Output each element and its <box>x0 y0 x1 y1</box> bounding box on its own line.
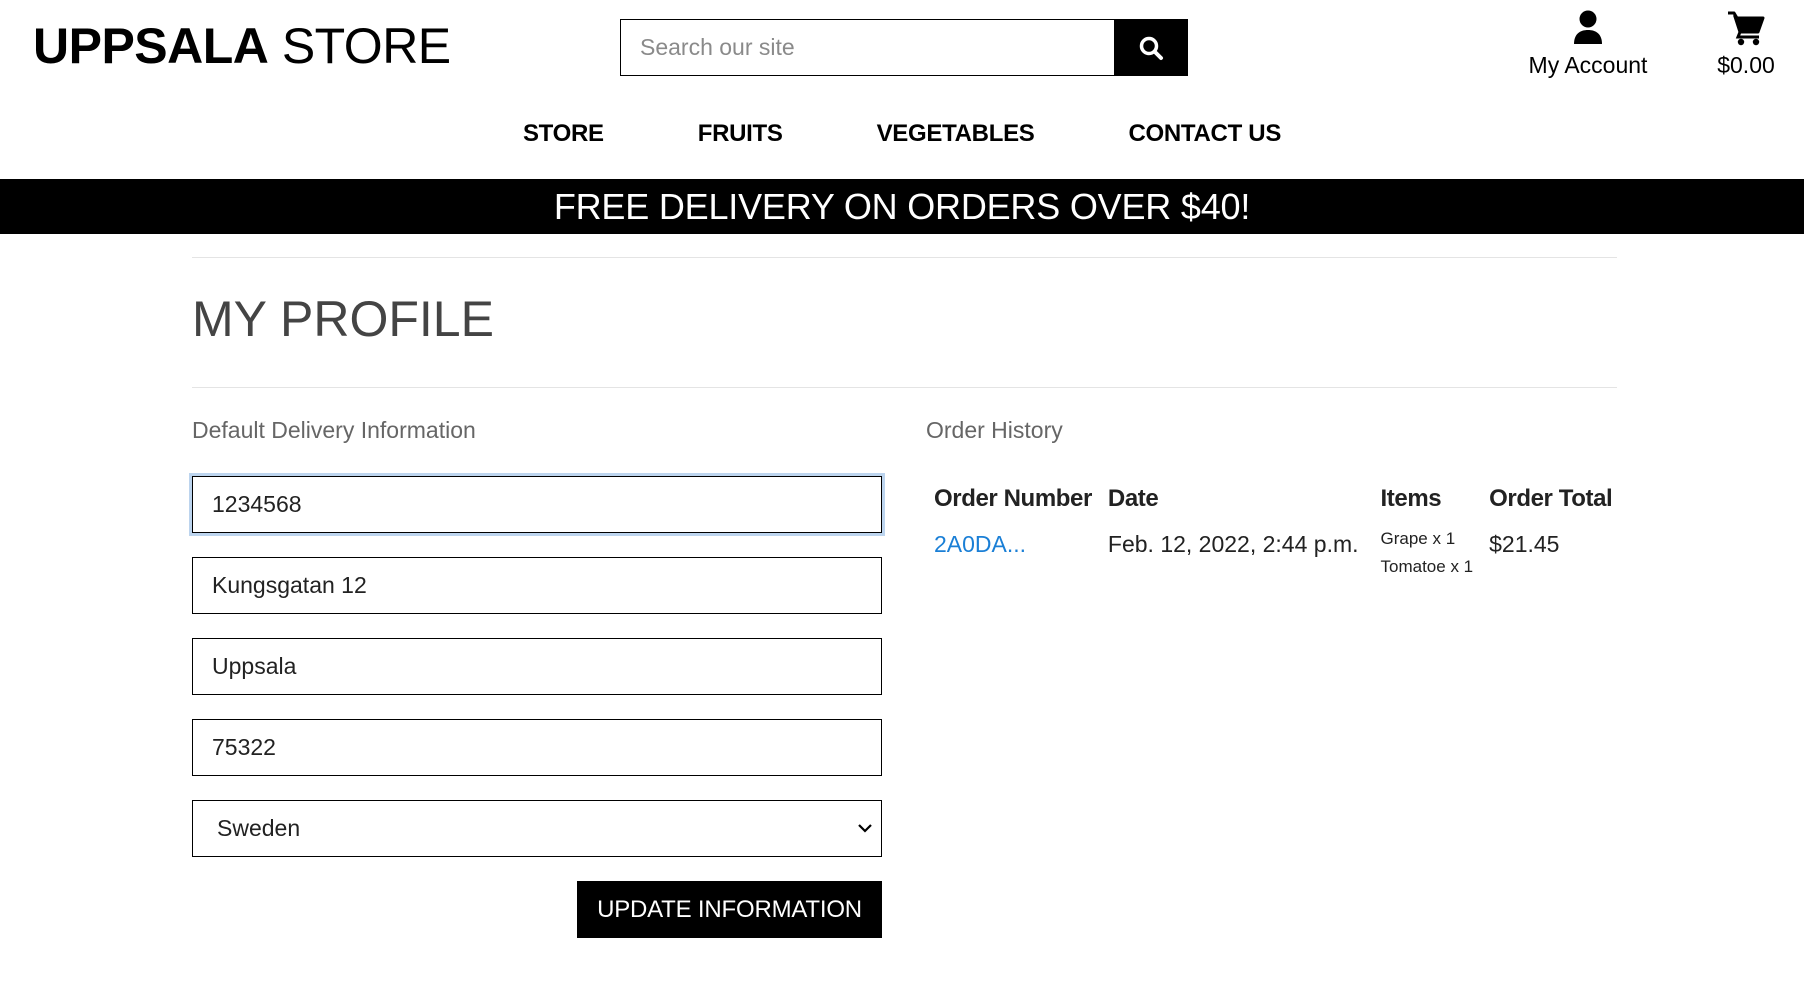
town-city-field[interactable] <box>192 638 882 695</box>
delivery-info-section: Default Delivery Information Sweden UPDA… <box>192 415 882 938</box>
country-select[interactable]: Sweden <box>192 800 882 857</box>
main-nav: STORE FRUITS VEGETABLES CONTACT US <box>0 95 1804 179</box>
divider <box>192 257 1617 258</box>
order-total-cell: $21.45 <box>1489 531 1560 557</box>
order-history-table: Order Number Date Items Order Total 2A0D… <box>926 485 1620 581</box>
nav-item-contact-us[interactable]: CONTACT US <box>1129 120 1282 148</box>
order-number-cell: 2A0DA... <box>926 531 1100 581</box>
search-form <box>620 19 1188 76</box>
order-item: Grape x 1 <box>1380 529 1456 548</box>
search-button[interactable] <box>1114 19 1188 76</box>
column-header-order-total: Order Total <box>1489 485 1613 512</box>
order-date-cell: Feb. 12, 2022, 2:44 p.m. <box>1107 531 1359 557</box>
logo-bold-text: UPPSALA <box>33 18 269 74</box>
column-header-order-number: Order Number <box>934 485 1092 512</box>
user-icon <box>1574 10 1602 44</box>
country-selected-value: Sweden <box>217 815 301 841</box>
cart-icon <box>1728 11 1765 46</box>
store-logo[interactable]: UPPSALA STORE <box>33 16 451 76</box>
divider <box>192 387 1617 388</box>
order-number-link[interactable]: 2A0DA... <box>934 531 1026 557</box>
search-icon <box>1139 36 1163 60</box>
delivery-banner: FREE DELIVERY ON ORDERS OVER $40! <box>0 179 1804 234</box>
cart-link[interactable]: $0.00 <box>1700 10 1792 78</box>
update-information-button[interactable]: UPDATE INFORMATION <box>577 881 882 938</box>
order-item: Tomatoe x 1 <box>1380 557 1474 576</box>
cart-total: $0.00 <box>1717 52 1775 78</box>
nav-item-vegetables[interactable]: VEGETABLES <box>877 120 1035 148</box>
my-account-link[interactable]: My Account <box>1508 10 1668 78</box>
order-history-section: Order History Order Number Date Items Or… <box>926 415 1620 938</box>
site-header: UPPSALA STORE My Account $0.00 <box>0 0 1804 95</box>
page-title: MY PROFILE <box>192 291 494 347</box>
my-account-label: My Account <box>1528 52 1648 78</box>
chevron-down-icon <box>858 824 872 833</box>
update-row: UPDATE INFORMATION <box>192 881 882 938</box>
order-history-title: Order History <box>926 417 1063 443</box>
nav-item-fruits[interactable]: FRUITS <box>698 120 783 148</box>
profile-main: MY PROFILE Default Delivery Information … <box>192 257 1617 938</box>
postcode-field[interactable] <box>192 719 882 776</box>
search-input[interactable] <box>620 19 1114 76</box>
nav-item-store[interactable]: STORE <box>523 120 604 148</box>
delivery-info-title: Default Delivery Information <box>192 417 476 443</box>
phone-number-field[interactable] <box>192 476 882 533</box>
table-header-row: Order Number Date Items Order Total <box>926 485 1620 531</box>
street-address-field[interactable] <box>192 557 882 614</box>
table-row: 2A0DA... Feb. 12, 2022, 2:44 p.m. Grape … <box>926 529 1620 581</box>
profile-columns: Default Delivery Information Sweden UPDA… <box>192 415 1617 938</box>
logo-light-text: STORE <box>268 18 451 74</box>
order-items-cell: Grape x 1 Tomatoe x 1 <box>1373 529 1482 581</box>
column-header-date: Date <box>1107 485 1159 512</box>
